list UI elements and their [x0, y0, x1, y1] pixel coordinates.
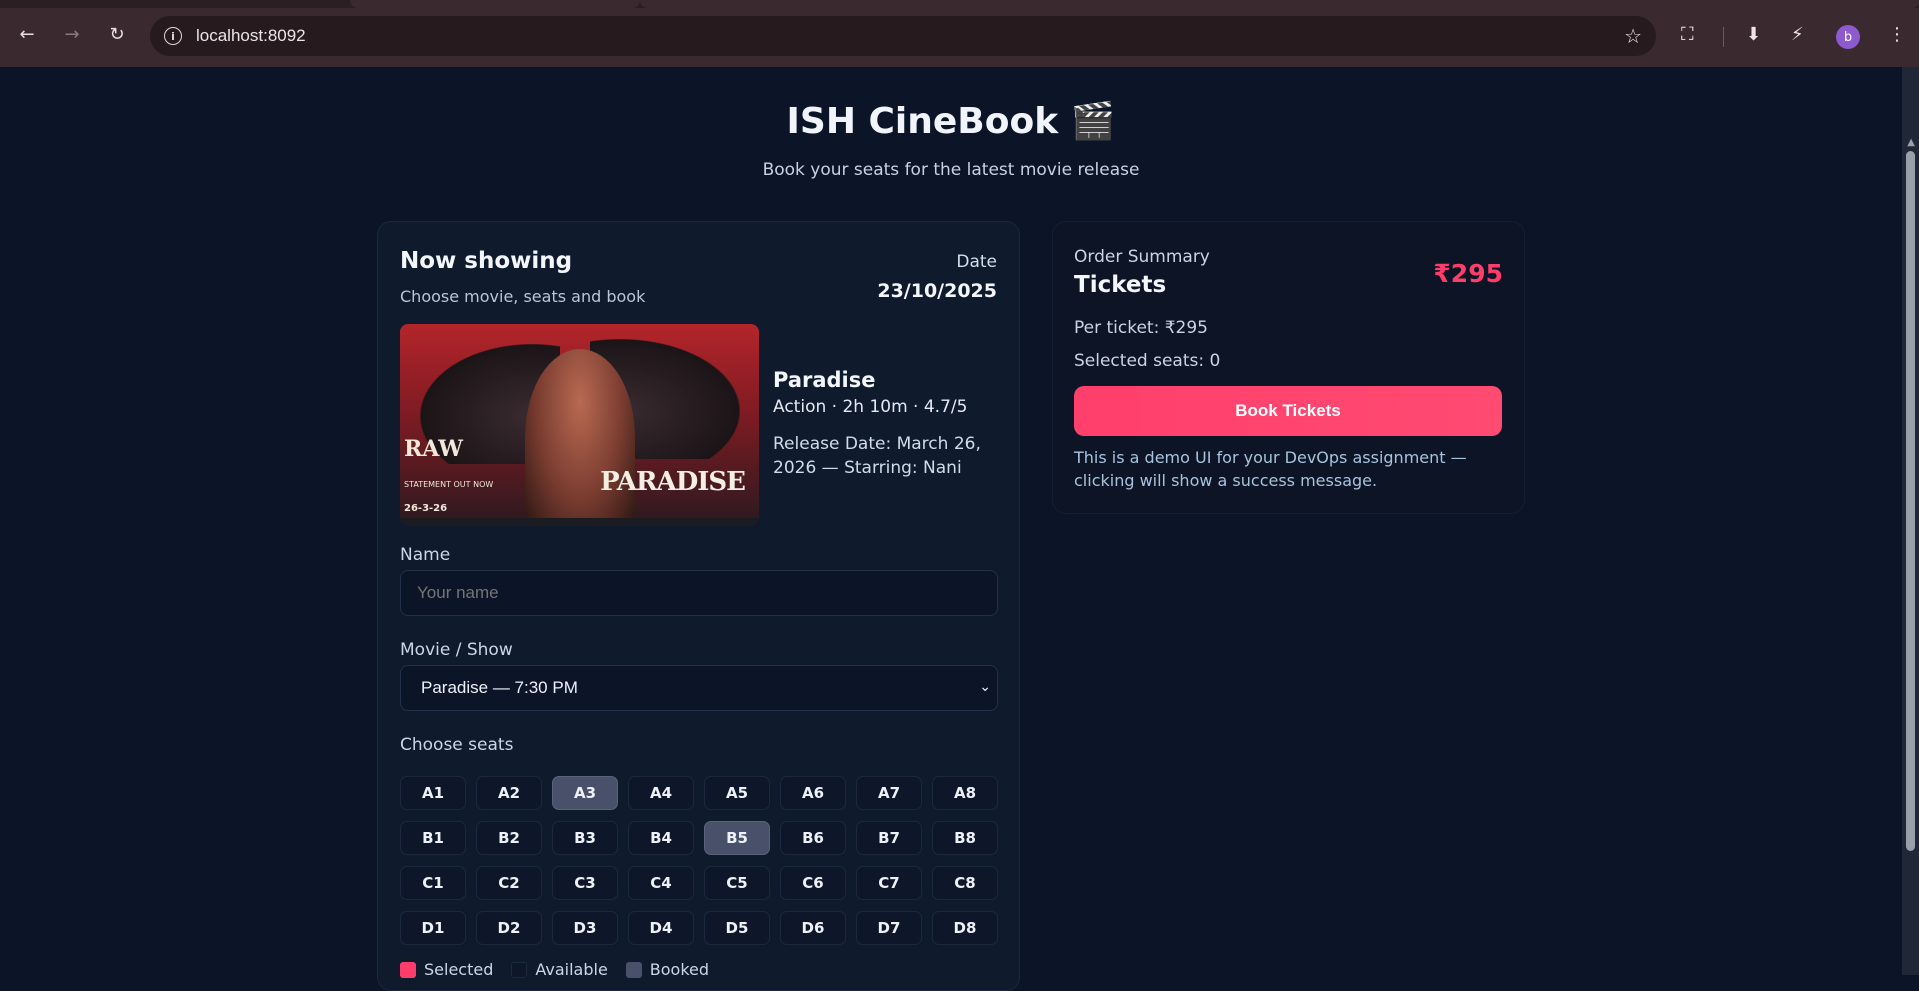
seat-b3[interactable]: B3 — [552, 821, 618, 855]
poster-figure — [525, 349, 635, 526]
movie-meta: Action · 2h 10m · 4.7/5 — [773, 397, 968, 417]
legend-selected-swatch — [400, 961, 416, 978]
menu-kebab-icon[interactable]: ⋮ — [1888, 24, 1906, 45]
movie-poster: RAW STATEMENT OUT NOW PARADISE 26-3-26 — [400, 324, 759, 526]
seat-a3[interactable]: A3 — [552, 776, 618, 810]
poster-raw-subtext: STATEMENT OUT NOW — [404, 480, 494, 489]
order-summary-title: Tickets — [1074, 272, 1167, 298]
seat-d4[interactable]: D4 — [628, 911, 694, 945]
movie-release-info: Release Date: March 26, 2026 — Starring:… — [773, 434, 981, 478]
legend-available: Available — [511, 960, 608, 979]
show-label: Movie / Show — [400, 640, 513, 660]
legend-selected-label: Selected — [424, 960, 494, 979]
download-icon[interactable]: ⬇ — [1746, 24, 1761, 45]
profile-avatar[interactable]: b — [1836, 25, 1860, 49]
seat-a4[interactable]: A4 — [628, 776, 694, 810]
order-summary-card: Order Summary Tickets ₹295 Per ticket: ₹… — [1052, 221, 1525, 514]
seat-a2[interactable]: A2 — [476, 776, 542, 810]
site-subtitle: Book your seats for the latest movie rel… — [762, 160, 1140, 180]
performance-icon[interactable]: ⚡ — [1791, 24, 1804, 45]
per-ticket-price: Per ticket: ₹295 — [1074, 318, 1208, 338]
date-value: 23/10/2025 — [877, 280, 997, 302]
order-total-price: ₹295 — [1433, 259, 1503, 288]
scroll-thumb[interactable] — [1906, 151, 1915, 851]
poster-date-art: 26-3-26 — [404, 503, 448, 514]
seat-d6[interactable]: D6 — [780, 911, 846, 945]
legend-selected: Selected — [400, 960, 493, 979]
seat-d2[interactable]: D2 — [476, 911, 542, 945]
seat-c6[interactable]: C6 — [780, 866, 846, 900]
seat-a5[interactable]: A5 — [704, 776, 770, 810]
seat-b6[interactable]: B6 — [780, 821, 846, 855]
back-icon[interactable]: ← — [15, 22, 39, 46]
legend-available-swatch — [511, 961, 528, 978]
scrollbar[interactable]: ▲ — [1902, 67, 1919, 975]
show-select[interactable]: Paradise — 7:30 PM ⌄ — [400, 665, 998, 711]
seat-b2[interactable]: B2 — [476, 821, 542, 855]
seat-b7[interactable]: B7 — [856, 821, 922, 855]
seats-label: Choose seats — [400, 735, 514, 755]
scroll-up-arrow-icon[interactable]: ▲ — [1907, 137, 1915, 148]
seat-c8[interactable]: C8 — [932, 866, 998, 900]
seat-b8[interactable]: B8 — [932, 821, 998, 855]
extensions-icon[interactable]: ⛶ — [1681, 24, 1694, 45]
name-input[interactable] — [400, 570, 998, 616]
selected-seats-count: Selected seats: 0 — [1074, 351, 1221, 371]
legend-booked-swatch — [625, 961, 642, 978]
book-tickets-button[interactable]: Book Tickets — [1074, 386, 1502, 436]
seat-legend: Selected Available Booked — [400, 960, 727, 979]
demo-note: This is a demo UI for your DevOps assign… — [1074, 448, 1467, 490]
seat-d8[interactable]: D8 — [932, 911, 998, 945]
seat-a8[interactable]: A8 — [932, 776, 998, 810]
seat-c7[interactable]: C7 — [856, 866, 922, 900]
seat-b1[interactable]: B1 — [400, 821, 466, 855]
legend-booked: Booked — [625, 960, 710, 979]
seat-d7[interactable]: D7 — [856, 911, 922, 945]
booking-card: Now showing Choose movie, seats and book… — [377, 221, 1020, 991]
seat-c3[interactable]: C3 — [552, 866, 618, 900]
seat-c2[interactable]: C2 — [476, 866, 542, 900]
poster-title-art: PARADISE — [600, 467, 746, 497]
seat-a7[interactable]: A7 — [856, 776, 922, 810]
site-info-icon[interactable]: i — [164, 27, 182, 45]
reload-icon[interactable]: ↻ — [105, 22, 129, 46]
seat-b4[interactable]: B4 — [628, 821, 694, 855]
browser-toolbar: ← → ↻ i localhost:8092 ☆ ⛶ ⬇ ⚡ b ⋮ — [0, 0, 1919, 67]
seat-d5[interactable]: D5 — [704, 911, 770, 945]
now-showing-subheading: Choose movie, seats and book — [400, 287, 646, 306]
seat-c4[interactable]: C4 — [628, 866, 694, 900]
seat-c1[interactable]: C1 — [400, 866, 466, 900]
poster-credit-strip — [400, 518, 759, 526]
seat-c5[interactable]: C5 — [704, 866, 770, 900]
active-tab[interactable] — [350, 0, 640, 8]
now-showing-heading: Now showing — [400, 248, 573, 274]
legend-available-label: Available — [535, 960, 608, 979]
url-text[interactable]: localhost:8092 — [196, 26, 306, 46]
chevron-down-icon: ⌄ — [979, 678, 991, 694]
show-select-value: Paradise — 7:30 PM — [421, 678, 578, 697]
date-label: Date — [956, 252, 997, 272]
address-bar[interactable]: i localhost:8092 ☆ — [150, 16, 1656, 56]
seat-d1[interactable]: D1 — [400, 911, 466, 945]
inactive-tab[interactable] — [640, 0, 1919, 8]
site-title: ISH CineBook 🎬 — [786, 101, 1116, 142]
tab-strip — [0, 0, 1919, 8]
seat-a6[interactable]: A6 — [780, 776, 846, 810]
name-label: Name — [400, 545, 451, 565]
seat-d3[interactable]: D3 — [552, 911, 618, 945]
forward-icon[interactable]: → — [60, 22, 84, 46]
seat-a1[interactable]: A1 — [400, 776, 466, 810]
order-summary-label: Order Summary — [1074, 247, 1210, 267]
toolbar-divider — [1723, 27, 1724, 47]
legend-booked-label: Booked — [649, 960, 710, 979]
seat-b5[interactable]: B5 — [704, 821, 770, 855]
movie-title: Paradise — [773, 368, 876, 392]
bookmark-star-icon[interactable]: ☆ — [1624, 24, 1642, 48]
poster-raw-text: RAW — [404, 436, 463, 462]
